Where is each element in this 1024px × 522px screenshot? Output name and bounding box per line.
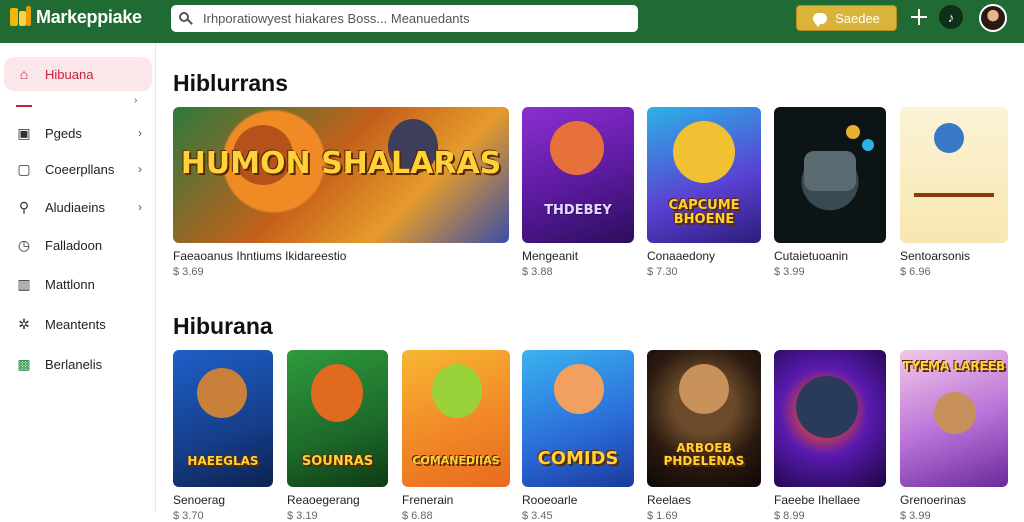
product-card[interactable]: CAPCUME BHOENE Conaaedony $ 7.30 xyxy=(647,107,761,278)
sidebar-item-label: Aludiaeins xyxy=(45,199,105,215)
sell-button[interactable]: Saedee xyxy=(796,5,897,31)
sidebar-item-meantents[interactable]: ✲ Meantents xyxy=(4,307,152,341)
product-card[interactable]: SOUNRAS Reaoegerang $ 3.19 xyxy=(287,350,388,522)
section-title: Hiblurrans xyxy=(173,70,289,96)
product-price: $ 3.88 xyxy=(522,266,553,278)
home-icon: ⌂ xyxy=(19,66,29,82)
product-card[interactable]: HAEEGLAS Senoerag $ 3.70 xyxy=(173,350,273,522)
sidebar-item-home[interactable]: ⌂ Hibuana xyxy=(4,57,152,91)
search-input[interactable] xyxy=(203,11,623,26)
product-price: $ 7.30 xyxy=(647,266,678,278)
top-navigation-bar: Markeppiake Saedee ♪ xyxy=(0,0,1024,43)
product-art-title: COMIDS xyxy=(537,448,619,469)
product-name: Sentoarsonis xyxy=(900,249,971,263)
sidebar-item-label: Meantents xyxy=(45,316,106,332)
product-thumbnail[interactable] xyxy=(900,107,1008,243)
product-price: $ 6.96 xyxy=(900,266,931,278)
building-icon: ▥ xyxy=(17,275,31,292)
product-thumbnail[interactable]: THDEBEY xyxy=(522,107,634,243)
sidebar-item-coeerpllans[interactable]: ▢ Coeerpllans › xyxy=(4,152,152,186)
search-icon xyxy=(179,11,193,26)
sidebar-item-mattlonn[interactable]: ▥ Mattlonn xyxy=(4,267,152,301)
product-art-title: HUMON SHALARAS xyxy=(180,146,502,181)
product-thumbnail[interactable] xyxy=(774,107,886,243)
sidebar-item-label: Mattlonn xyxy=(45,276,95,292)
product-thumbnail[interactable]: SOUNRAS xyxy=(287,350,388,487)
product-art-title: CAPCUME BHOENE xyxy=(668,198,740,227)
product-name: Faeaoanus Ihntiums Ikidareestio xyxy=(173,249,347,263)
product-name: Faeebe Ihellaee xyxy=(774,493,861,507)
product-art-title: HAEEGLAS xyxy=(187,454,259,468)
product-art-title: ARBOEB PHDELENAS xyxy=(663,441,745,468)
product-name: Grenoerinas xyxy=(900,493,967,507)
search-bar[interactable] xyxy=(171,5,638,32)
sidebar-item-label: Berlanelis xyxy=(45,356,103,372)
product-name: Reaoegerang xyxy=(287,493,360,507)
product-art-title: TYEMA LAREEB xyxy=(902,359,1006,373)
product-name: Rooeoarle xyxy=(522,493,578,507)
sidebar-item-label: Pgeds xyxy=(45,125,82,141)
section-title: Hiburana xyxy=(173,313,273,339)
sell-button-label: Saedee xyxy=(835,10,880,26)
product-card[interactable]: Sentoarsonis $ 6.96 xyxy=(900,107,1008,278)
product-name: Conaaedony xyxy=(647,249,716,263)
product-card[interactable]: COMIDS Rooeoarle $ 3.45 xyxy=(522,350,634,522)
chevron-right-icon: › xyxy=(138,126,142,140)
product-price: $ 3.69 xyxy=(173,266,204,278)
product-art-title xyxy=(914,193,994,197)
sidebar-item-aludiaeins[interactable]: ⚲ Aludiaeins › xyxy=(4,190,152,224)
clock-icon: ◷ xyxy=(17,236,31,253)
box-icon: ▣ xyxy=(17,124,31,141)
sidebar-divider xyxy=(16,105,32,107)
sidebar-item-falladoon[interactable]: ◷ Falladoon xyxy=(4,228,152,262)
chevron-right-icon: › xyxy=(138,162,142,176)
product-name: Cutaietuoanin xyxy=(774,249,849,263)
notifications-icon[interactable]: ♪ xyxy=(939,5,963,29)
brand-name: Markeppiake xyxy=(36,6,142,27)
product-price: $ 3.99 xyxy=(774,266,805,278)
product-art-title: SOUNRAS xyxy=(301,454,374,469)
product-name: Reelaes xyxy=(647,493,692,507)
product-name: Mengeanit xyxy=(522,249,579,263)
product-card[interactable]: THDEBEY Mengeanit $ 3.88 xyxy=(522,107,634,278)
product-name: Frenerain xyxy=(402,493,454,507)
sidebar: ⌂ Hibuana › ▣ Pgeds › ▢ Coeerpllans › ⚲ … xyxy=(0,43,156,512)
add-icon[interactable] xyxy=(911,9,927,25)
product-thumbnail[interactable]: HAEEGLAS xyxy=(173,350,273,487)
sidebar-item-pgeds[interactable]: ▣ Pgeds › xyxy=(4,116,152,150)
product-thumbnail[interactable]: HUMON SHALARAS xyxy=(173,107,509,243)
product-name: Senoerag xyxy=(173,493,226,507)
gear-icon: ✲ xyxy=(18,315,30,332)
sidebar-item-label: Coeerpllans xyxy=(45,161,115,177)
chevron-right-icon: › xyxy=(138,200,142,214)
chevron-right-icon[interactable]: › xyxy=(134,95,137,106)
product-thumbnail[interactable]: ARBOEB PHDELENAS xyxy=(647,350,761,487)
product-card[interactable]: ARBOEB PHDELENAS Reelaes $ 1.69 xyxy=(647,350,761,522)
product-card[interactable]: TYEMA LAREEB Grenoerinas $ 3.99 xyxy=(900,350,1008,522)
product-thumbnail[interactable]: TYEMA LAREEB xyxy=(900,350,1008,487)
sidebar-item-label: Falladoon xyxy=(45,237,103,253)
product-card[interactable]: Cutaietuoanin $ 3.99 xyxy=(774,107,886,278)
user-avatar[interactable] xyxy=(979,4,1007,32)
square-icon: ▢ xyxy=(17,160,31,177)
product-card[interactable]: HUMON SHALARAS Faeaoanus Ihntiums Ikidar… xyxy=(173,107,509,278)
product-art-title: COMANEDIIAS xyxy=(412,454,500,467)
product-thumbnail[interactable] xyxy=(774,350,886,487)
sidebar-item-label: Hibuana xyxy=(45,66,94,82)
wallet-icon: ▩ xyxy=(17,355,31,372)
chat-icon xyxy=(813,12,828,27)
sidebar-item-berlanelis[interactable]: ▩ Berlanelis xyxy=(4,347,152,381)
product-thumbnail[interactable]: COMIDS xyxy=(522,350,634,487)
product-card[interactable]: COMANEDIIAS Frenerain $ 6.88 xyxy=(402,350,510,522)
brand[interactable]: Markeppiake xyxy=(10,6,142,28)
search-icon: ⚲ xyxy=(18,198,30,215)
product-thumbnail[interactable]: COMANEDIIAS xyxy=(402,350,510,487)
marketplace-logo-icon xyxy=(10,6,32,28)
product-card[interactable]: Faeebe Ihellaee $ 8.99 xyxy=(774,350,886,522)
product-art-title: THDEBEY xyxy=(544,203,612,218)
product-thumbnail[interactable]: CAPCUME BHOENE xyxy=(647,107,761,243)
